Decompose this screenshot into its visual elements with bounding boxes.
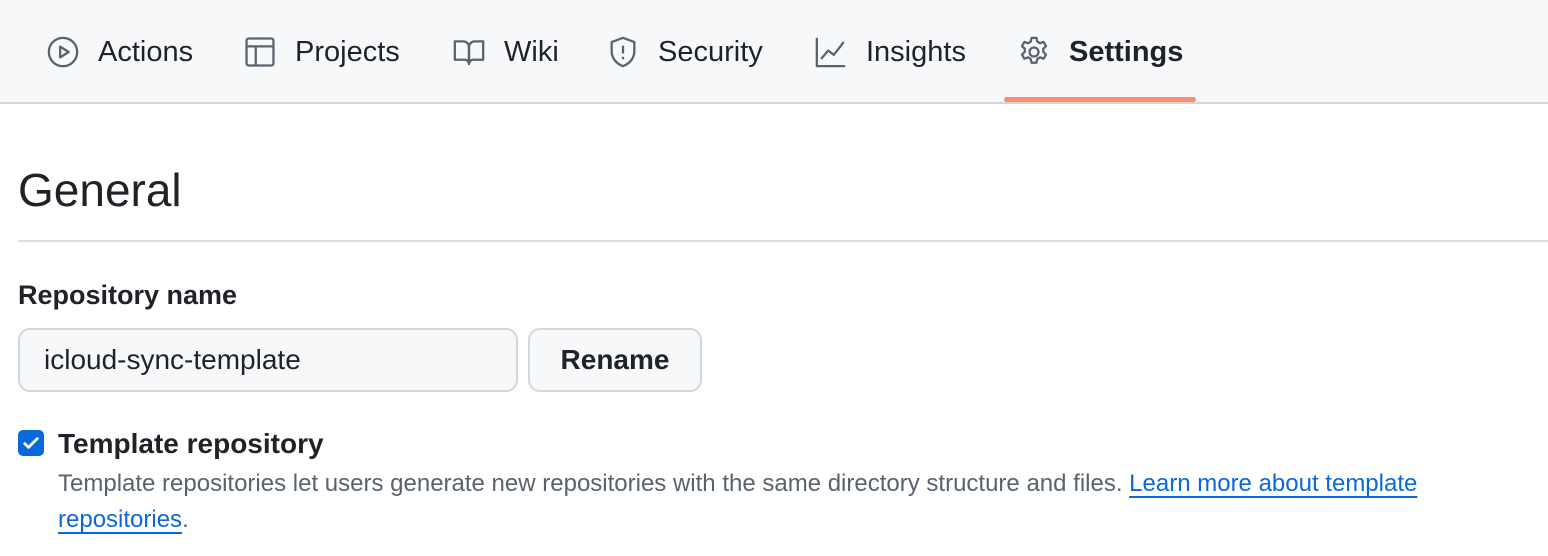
page-title: General [18,164,182,216]
tab-label: Actions [98,35,194,68]
tab-insights[interactable]: Insights [814,0,966,104]
description-trailing: . [182,506,189,533]
tab-label: Insights [866,35,966,68]
tab-actions[interactable]: Actions [46,0,193,104]
repository-name-input[interactable] [18,328,518,392]
tab-wiki[interactable]: Wiki [452,0,559,104]
tab-label: Settings [1069,35,1184,68]
selected-tab-underline [1004,97,1196,102]
shield-icon [606,35,640,69]
section-divider [18,240,1548,242]
play-circle-icon [46,35,80,69]
repo-nav: Actions Projects Wiki Security Insights … [0,0,1548,104]
tab-settings[interactable]: Settings [1017,0,1183,104]
check-icon [23,437,39,449]
graph-icon [814,35,848,69]
table-icon [243,35,277,69]
template-repository-label[interactable]: Template repository [58,428,324,460]
repository-name-label: Repository name [18,280,238,310]
description-text: Template repositories let users generate… [58,470,1123,497]
tab-label: Security [658,35,763,68]
tab-projects[interactable]: Projects [243,0,400,104]
template-repository-checkbox[interactable] [18,430,44,456]
tab-label: Projects [295,35,400,68]
gear-icon [1017,35,1051,69]
template-repository-description: Template repositories let users generate… [58,466,1528,538]
rename-button[interactable]: Rename [528,328,702,392]
tab-label: Wiki [504,35,559,68]
tab-security[interactable]: Security [606,0,763,104]
book-icon [452,35,486,69]
